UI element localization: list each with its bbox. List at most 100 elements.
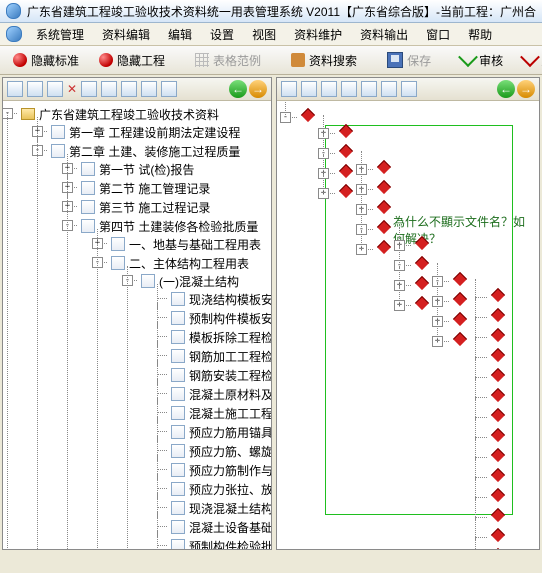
tree-leaf[interactable]: 预应力张拉、放张: [189, 483, 271, 497]
tree-leaf[interactable]: 混凝土施工工程检: [189, 407, 271, 421]
doc-icon: [141, 274, 155, 288]
doc-icon: [171, 330, 185, 344]
tool-icon[interactable]: [401, 81, 417, 97]
menu-maintain[interactable]: 资料维护: [286, 24, 350, 45]
menu-window[interactable]: 窗口: [418, 24, 458, 45]
doc-icon: [171, 368, 185, 382]
tree-item[interactable]: 一、地基与基础工程用表: [129, 238, 261, 252]
doc-icon: [171, 406, 185, 420]
tool-icon[interactable]: [281, 81, 297, 97]
tree-root[interactable]: 广东省建筑工程竣工验收技术资料: [39, 108, 219, 122]
diamond-icon: [301, 108, 315, 122]
doc-icon: [171, 349, 185, 363]
tool-icon[interactable]: [101, 81, 117, 97]
diamond-icon: [491, 528, 505, 542]
tree-item[interactable]: 第三节 施工过程记录: [99, 201, 210, 215]
tool-icon[interactable]: [321, 81, 337, 97]
tree-item[interactable]: 二、主体结构工程用表: [129, 257, 249, 271]
tool-icon[interactable]: [121, 81, 137, 97]
tool-icon[interactable]: [341, 81, 357, 97]
app-logo-icon: [6, 3, 21, 19]
tool-icon[interactable]: [7, 81, 23, 97]
app-title: 广东省建筑工程竣工验收技术资料统一用表管理系统 V2011【广东省综合版】-当前…: [27, 3, 536, 20]
tool-icon[interactable]: [27, 81, 43, 97]
doc-icon: [111, 256, 125, 270]
expand-icon[interactable]: +: [318, 188, 329, 199]
data-search-button[interactable]: 资料搜索: [284, 49, 364, 72]
record-tree[interactable]: 為什么不顯示文件名？如何解决？ - + - + + + - +: [277, 101, 539, 549]
tree-leaf[interactable]: 现浇结构模板安装: [189, 293, 271, 307]
doc-icon: [171, 387, 185, 401]
audit-button[interactable]: 审核: [454, 49, 510, 72]
expand-icon[interactable]: +: [432, 336, 443, 347]
diamond-icon: [453, 332, 467, 346]
menu-data-edit[interactable]: 资料编辑: [94, 24, 158, 45]
diamond-icon: [415, 296, 429, 310]
anti-audit-button[interactable]: 反审核: [516, 49, 542, 72]
tool-icon[interactable]: [81, 81, 97, 97]
diamond-icon: [339, 124, 353, 138]
tree-item[interactable]: (一)混凝土结构: [159, 275, 239, 289]
collapse-icon[interactable]: -: [32, 145, 43, 156]
menu-settings[interactable]: 设置: [202, 24, 242, 45]
tool-icon[interactable]: [161, 81, 177, 97]
menu-system[interactable]: 系统管理: [28, 24, 92, 45]
collapse-icon[interactable]: -: [62, 220, 73, 231]
tool-icon[interactable]: [301, 81, 317, 97]
diamond-icon: [491, 428, 505, 442]
collapse-icon[interactable]: -: [122, 275, 133, 286]
nav-forward-button[interactable]: →: [249, 80, 267, 98]
doc-icon: [171, 501, 185, 515]
check-icon: [461, 53, 475, 67]
expand-icon[interactable]: +: [356, 244, 367, 255]
doc-icon: [171, 292, 185, 306]
tree-leaf[interactable]: 钢筋加工工程检验: [189, 350, 271, 364]
tool-icon[interactable]: [47, 81, 63, 97]
tree-leaf[interactable]: 模板拆除工程检验: [189, 331, 271, 345]
menu-view[interactable]: 视图: [244, 24, 284, 45]
catalog-tree[interactable]: -广东省建筑工程竣工验收技术资料 +第一章 工程建设前期法定建设程 -第二章 土…: [3, 101, 271, 549]
tree-leaf[interactable]: 混凝土原材料及配: [189, 388, 271, 402]
tree-leaf[interactable]: 现浇混凝土结构观: [189, 502, 271, 516]
diamond-icon: [491, 448, 505, 462]
tree-leaf[interactable]: 预制构件检验批质: [189, 540, 271, 549]
tree-leaf[interactable]: 预应力筋制作与安: [189, 464, 271, 478]
tool-x-icon[interactable]: ✕: [67, 82, 77, 96]
tool-icon[interactable]: [361, 81, 377, 97]
collapse-icon[interactable]: -: [280, 112, 291, 123]
tool-icon[interactable]: [141, 81, 157, 97]
collapse-icon[interactable]: -: [92, 257, 103, 268]
tree-item[interactable]: 第四节 土建装修各检验批质量: [99, 220, 258, 234]
grid-icon: [195, 53, 209, 67]
menu-output[interactable]: 资料输出: [352, 24, 416, 45]
tree-leaf[interactable]: 预应力筋、螺旋管: [189, 445, 271, 459]
doc-icon: [111, 237, 125, 251]
menu-edit[interactable]: 编辑: [160, 24, 200, 45]
hide-standard-button[interactable]: 隐藏标准: [6, 49, 86, 72]
diamond-icon: [491, 368, 505, 382]
tree-item[interactable]: 第二章 土建、装修施工过程质量: [69, 145, 240, 159]
tree-item[interactable]: 第二节 施工管理记录: [99, 182, 210, 196]
tree-leaf[interactable]: 钢筋安装工程检验: [189, 369, 271, 383]
tree-item[interactable]: 第一节 试(检)报告: [99, 163, 194, 177]
workspace: ✕ ← → -广东省建筑工程竣工验收技术资料 +第一章 工程建设前期法定建设程 …: [0, 75, 542, 552]
menu-help[interactable]: 帮助: [460, 24, 500, 45]
doc-icon: [51, 125, 65, 139]
tool-icon[interactable]: [381, 81, 397, 97]
red-dot-icon: [13, 53, 27, 67]
tree-leaf[interactable]: 预制构件模板安装: [189, 312, 271, 326]
nav-forward-button[interactable]: →: [517, 80, 535, 98]
diamond-icon: [491, 548, 505, 549]
folder-icon: [21, 108, 35, 120]
diamond-icon: [339, 144, 353, 158]
nav-back-button[interactable]: ←: [497, 80, 515, 98]
tree-leaf[interactable]: 混凝土设备基础外: [189, 521, 271, 535]
tree-item[interactable]: 第一章 工程建设前期法定建设程: [69, 126, 240, 140]
nav-back-button[interactable]: ←: [229, 80, 247, 98]
doc-icon: [81, 162, 95, 176]
tree-leaf[interactable]: 预应力筋用锚具、: [189, 426, 271, 440]
doc-icon: [171, 463, 185, 477]
hide-project-button[interactable]: 隐藏工程: [92, 49, 172, 72]
expand-icon[interactable]: +: [394, 300, 405, 311]
collapse-icon[interactable]: -: [3, 108, 13, 119]
